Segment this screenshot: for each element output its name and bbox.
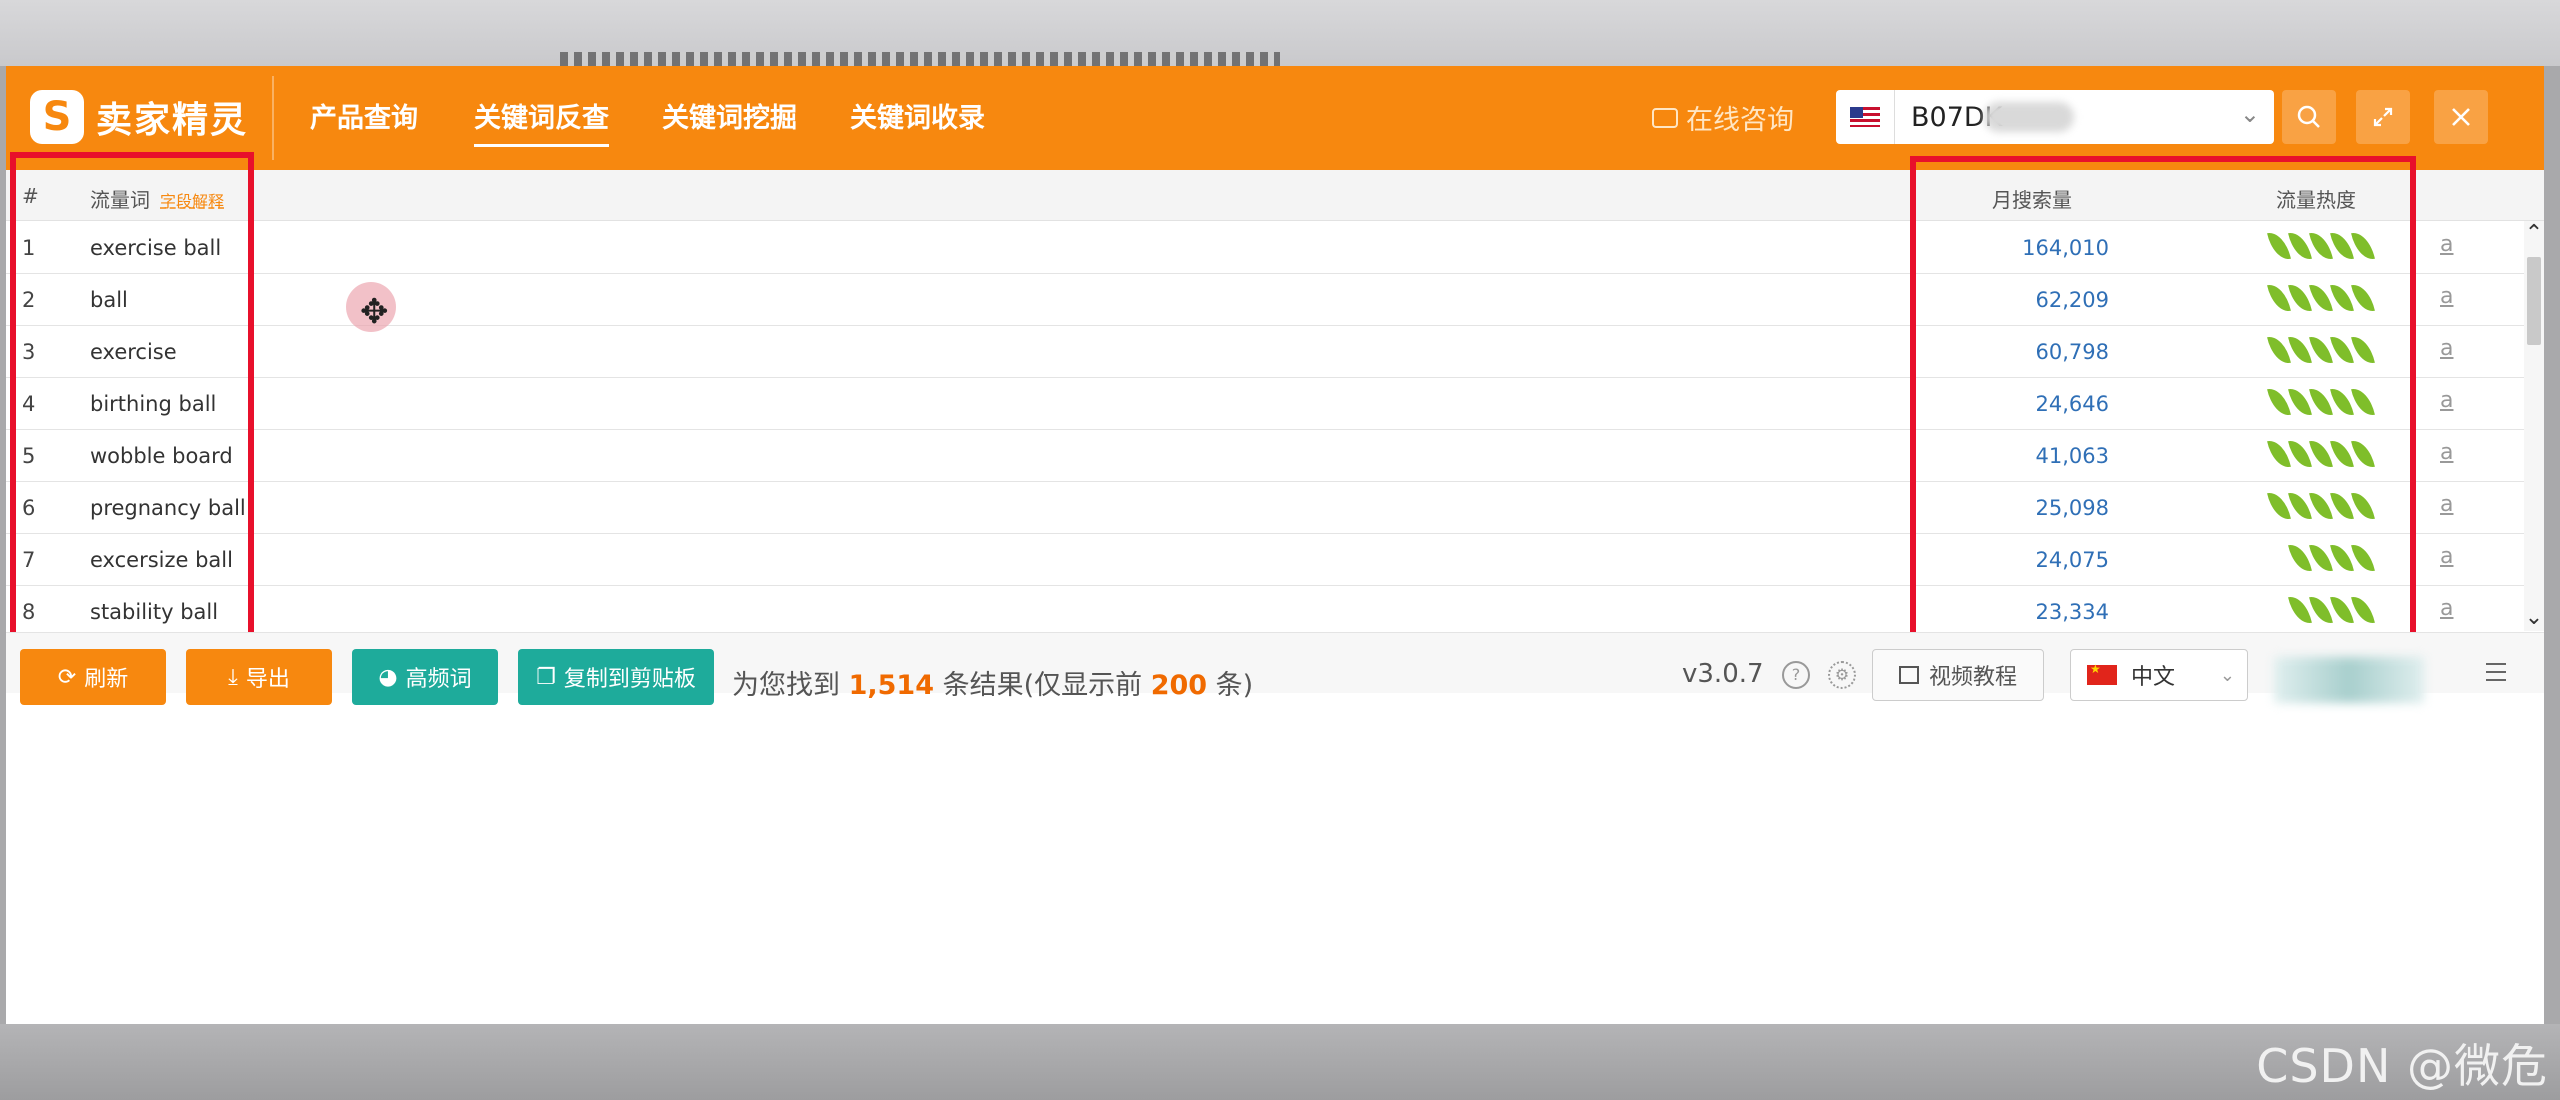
amazon-icon[interactable]: a: [2440, 440, 2453, 465]
plugin-window: S 卖家精灵 产品查询 关键词反查 关键词挖掘 关键词收录 在线咨询 ⌄: [6, 66, 2544, 1024]
play-icon: [1898, 666, 1919, 684]
header-bar: S 卖家精灵 产品查询 关键词反查 关键词挖掘 关键词收录 在线咨询 ⌄: [6, 66, 2544, 170]
us-flag-icon[interactable]: [1850, 107, 1880, 127]
video-tutorial-button[interactable]: 视频教程: [1872, 649, 2044, 701]
amazon-icon[interactable]: a: [2440, 336, 2453, 361]
video-tutorial-label: 视频教程: [1928, 665, 2017, 690]
background-desktop-top: [0, 0, 2560, 66]
export-button[interactable]: ⤓ 导出: [186, 649, 332, 705]
settings-gear-icon[interactable]: ⚙: [1828, 661, 1856, 689]
chat-icon: [1652, 107, 1678, 128]
copy-icon: ❐: [536, 664, 556, 690]
export-label: 导出: [245, 667, 290, 692]
result-count: 1,514: [848, 670, 934, 701]
chevron-down-icon[interactable]: ⌄: [2240, 100, 2260, 128]
online-consult-link[interactable]: 在线咨询: [1652, 98, 1794, 137]
amazon-icon[interactable]: a: [2440, 544, 2453, 569]
redacted-blur: [2274, 657, 2424, 703]
result-prefix: 为您找到: [732, 670, 849, 701]
close-icon: [2452, 108, 2470, 126]
background-desktop-bottom: [0, 1024, 2560, 1100]
scroll-up-icon[interactable]: ⌃: [2524, 221, 2544, 247]
nav-keyword-indexing[interactable]: 关键词收录: [850, 96, 985, 135]
amazon-icon[interactable]: a: [2440, 388, 2453, 413]
result-summary: 为您找到 1,514 条结果(仅显示前 200 条): [732, 663, 1253, 702]
close-button[interactable]: [2434, 90, 2488, 144]
logo-icon: S: [30, 90, 84, 144]
highlight-box-metrics: [1910, 156, 2416, 644]
expand-button[interactable]: [2356, 90, 2410, 144]
search-icon: [2297, 105, 2320, 128]
language-label: 中文: [2131, 665, 2176, 690]
logo-text: 卖家精灵: [96, 100, 249, 141]
table-scrollbar[interactable]: ⌃ ⌄: [2524, 221, 2544, 631]
frequent-words-button[interactable]: ◕ 高频词: [352, 649, 498, 705]
result-suffix: 条): [1207, 670, 1254, 701]
search-button[interactable]: [2282, 90, 2336, 144]
expand-icon: [2373, 107, 2393, 127]
amazon-icon[interactable]: a: [2440, 596, 2453, 621]
asin-search-box: ⌄: [1836, 90, 2274, 144]
footer-bar: ⟳ 刷新 ⤓ 导出 ◕ 高频词 ❐ 复制到剪贴板 为您找到 1,514 条结果(仅显示前…: [6, 632, 2544, 705]
menu-icon[interactable]: [2486, 663, 2506, 681]
copy-clipboard-button[interactable]: ❐ 复制到剪贴板: [518, 649, 714, 705]
refresh-icon: ⟳: [57, 664, 77, 690]
scroll-down-icon[interactable]: ⌄: [2524, 605, 2544, 631]
highlight-box-keywords: [10, 152, 254, 641]
nav-keyword-reverse[interactable]: 关键词反查: [474, 96, 609, 147]
china-flag-icon: [2087, 662, 2117, 685]
watermark: CSDN @微危: [2256, 1039, 2548, 1093]
amazon-icon[interactable]: a: [2440, 492, 2453, 517]
frequent-words-label: 高频词: [405, 667, 472, 692]
pie-chart-icon: ◕: [378, 664, 398, 690]
result-limit: 200: [1150, 670, 1208, 701]
redacted-blur: [1984, 102, 2074, 132]
amazon-icon[interactable]: a: [2440, 284, 2453, 309]
help-icon[interactable]: ?: [1782, 661, 1810, 689]
move-cursor-icon: ✥: [360, 292, 389, 332]
refresh-label: 刷新: [84, 667, 129, 692]
refresh-button[interactable]: ⟳ 刷新: [20, 649, 166, 705]
online-consult-label: 在线咨询: [1686, 105, 1794, 136]
nav-keyword-mining[interactable]: 关键词挖掘: [662, 96, 797, 135]
copy-clipboard-label: 复制到剪贴板: [563, 667, 696, 692]
nav-product-query[interactable]: 产品查询: [310, 96, 418, 135]
amazon-icon[interactable]: a: [2440, 232, 2453, 257]
download-icon: ⤓: [228, 664, 238, 690]
header-divider: [272, 76, 274, 160]
logo: S 卖家精灵: [30, 90, 248, 144]
scroll-thumb[interactable]: [2527, 257, 2541, 345]
version-label: v3.0.7: [1682, 659, 1764, 689]
language-select[interactable]: 中文 ⌄: [2070, 649, 2248, 701]
result-middle: 条结果(仅显示前: [934, 670, 1151, 701]
chevron-down-icon: ⌄: [2219, 664, 2235, 686]
